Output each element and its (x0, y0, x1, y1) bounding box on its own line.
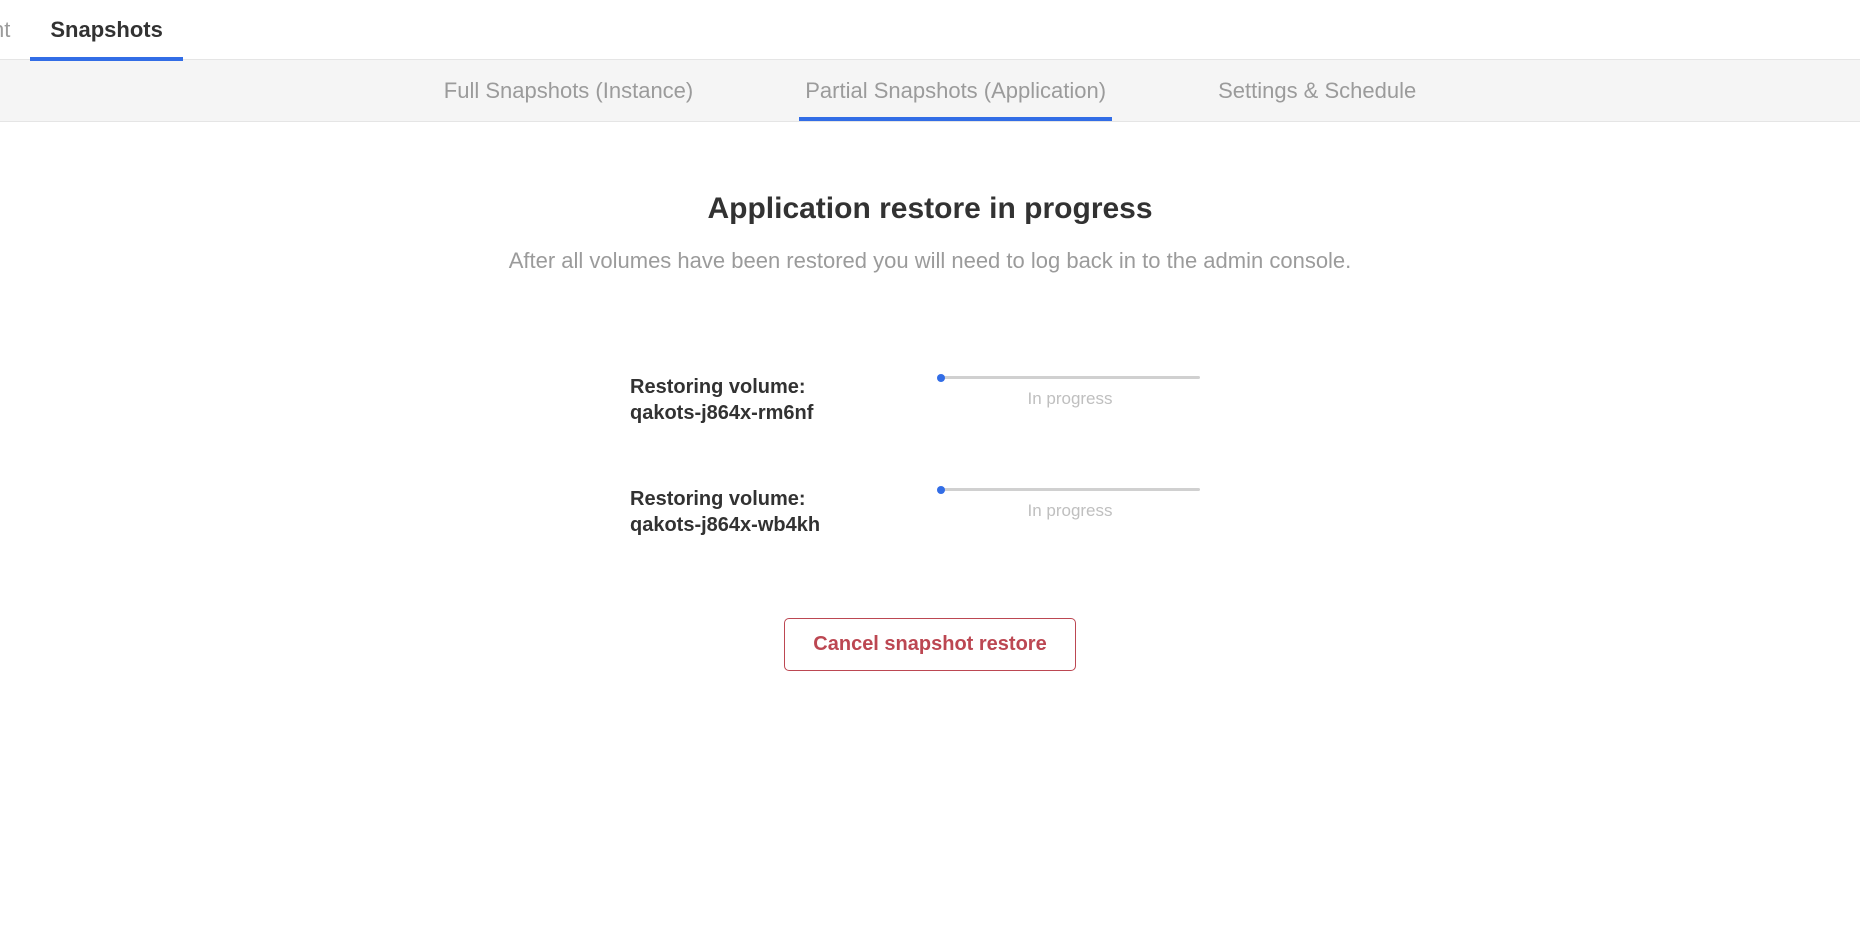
progress-bar (940, 488, 1200, 491)
progress-status-text: In progress (940, 501, 1200, 521)
cancel-restore-button[interactable]: Cancel snapshot restore (784, 618, 1075, 671)
restore-label-prefix: Restoring volume: (630, 374, 870, 400)
restore-volume-name: qakots-j864x-rm6nf (630, 400, 870, 426)
restore-label: Restoring volume: qakots-j864x-rm6nf (630, 374, 870, 426)
restore-row: Restoring volume: qakots-j864x-rm6nf In … (630, 374, 1230, 426)
top-tab-snapshots[interactable]: Snapshots (30, 0, 182, 60)
main-content: Application restore in progress After al… (430, 122, 1430, 671)
restore-volume-name: qakots-j864x-wb4kh (630, 512, 870, 538)
page-subtitle: After all volumes have been restored you… (430, 248, 1430, 274)
sub-tab-bar: Full Snapshots (Instance) Partial Snapsh… (0, 60, 1860, 122)
restore-list: Restoring volume: qakots-j864x-rm6nf In … (430, 374, 1430, 538)
progress-bar (940, 376, 1200, 379)
page-title: Application restore in progress (430, 192, 1430, 226)
sub-tab-partial-snapshots[interactable]: Partial Snapshots (Application) (799, 60, 1112, 121)
top-tab-previous[interactable]: nt (0, 0, 30, 60)
sub-tab-settings-schedule[interactable]: Settings & Schedule (1212, 60, 1422, 121)
restore-row: Restoring volume: qakots-j864x-wb4kh In … (630, 486, 1230, 538)
top-tab-bar: nt Snapshots (0, 0, 1860, 60)
progress-indicator-dot (937, 374, 945, 382)
progress-block: In progress (940, 374, 1230, 409)
progress-indicator-dot (937, 486, 945, 494)
progress-status-text: In progress (940, 389, 1200, 409)
progress-block: In progress (940, 486, 1230, 521)
sub-tab-full-snapshots[interactable]: Full Snapshots (Instance) (438, 60, 699, 121)
restore-label: Restoring volume: qakots-j864x-wb4kh (630, 486, 870, 538)
restore-label-prefix: Restoring volume: (630, 486, 870, 512)
